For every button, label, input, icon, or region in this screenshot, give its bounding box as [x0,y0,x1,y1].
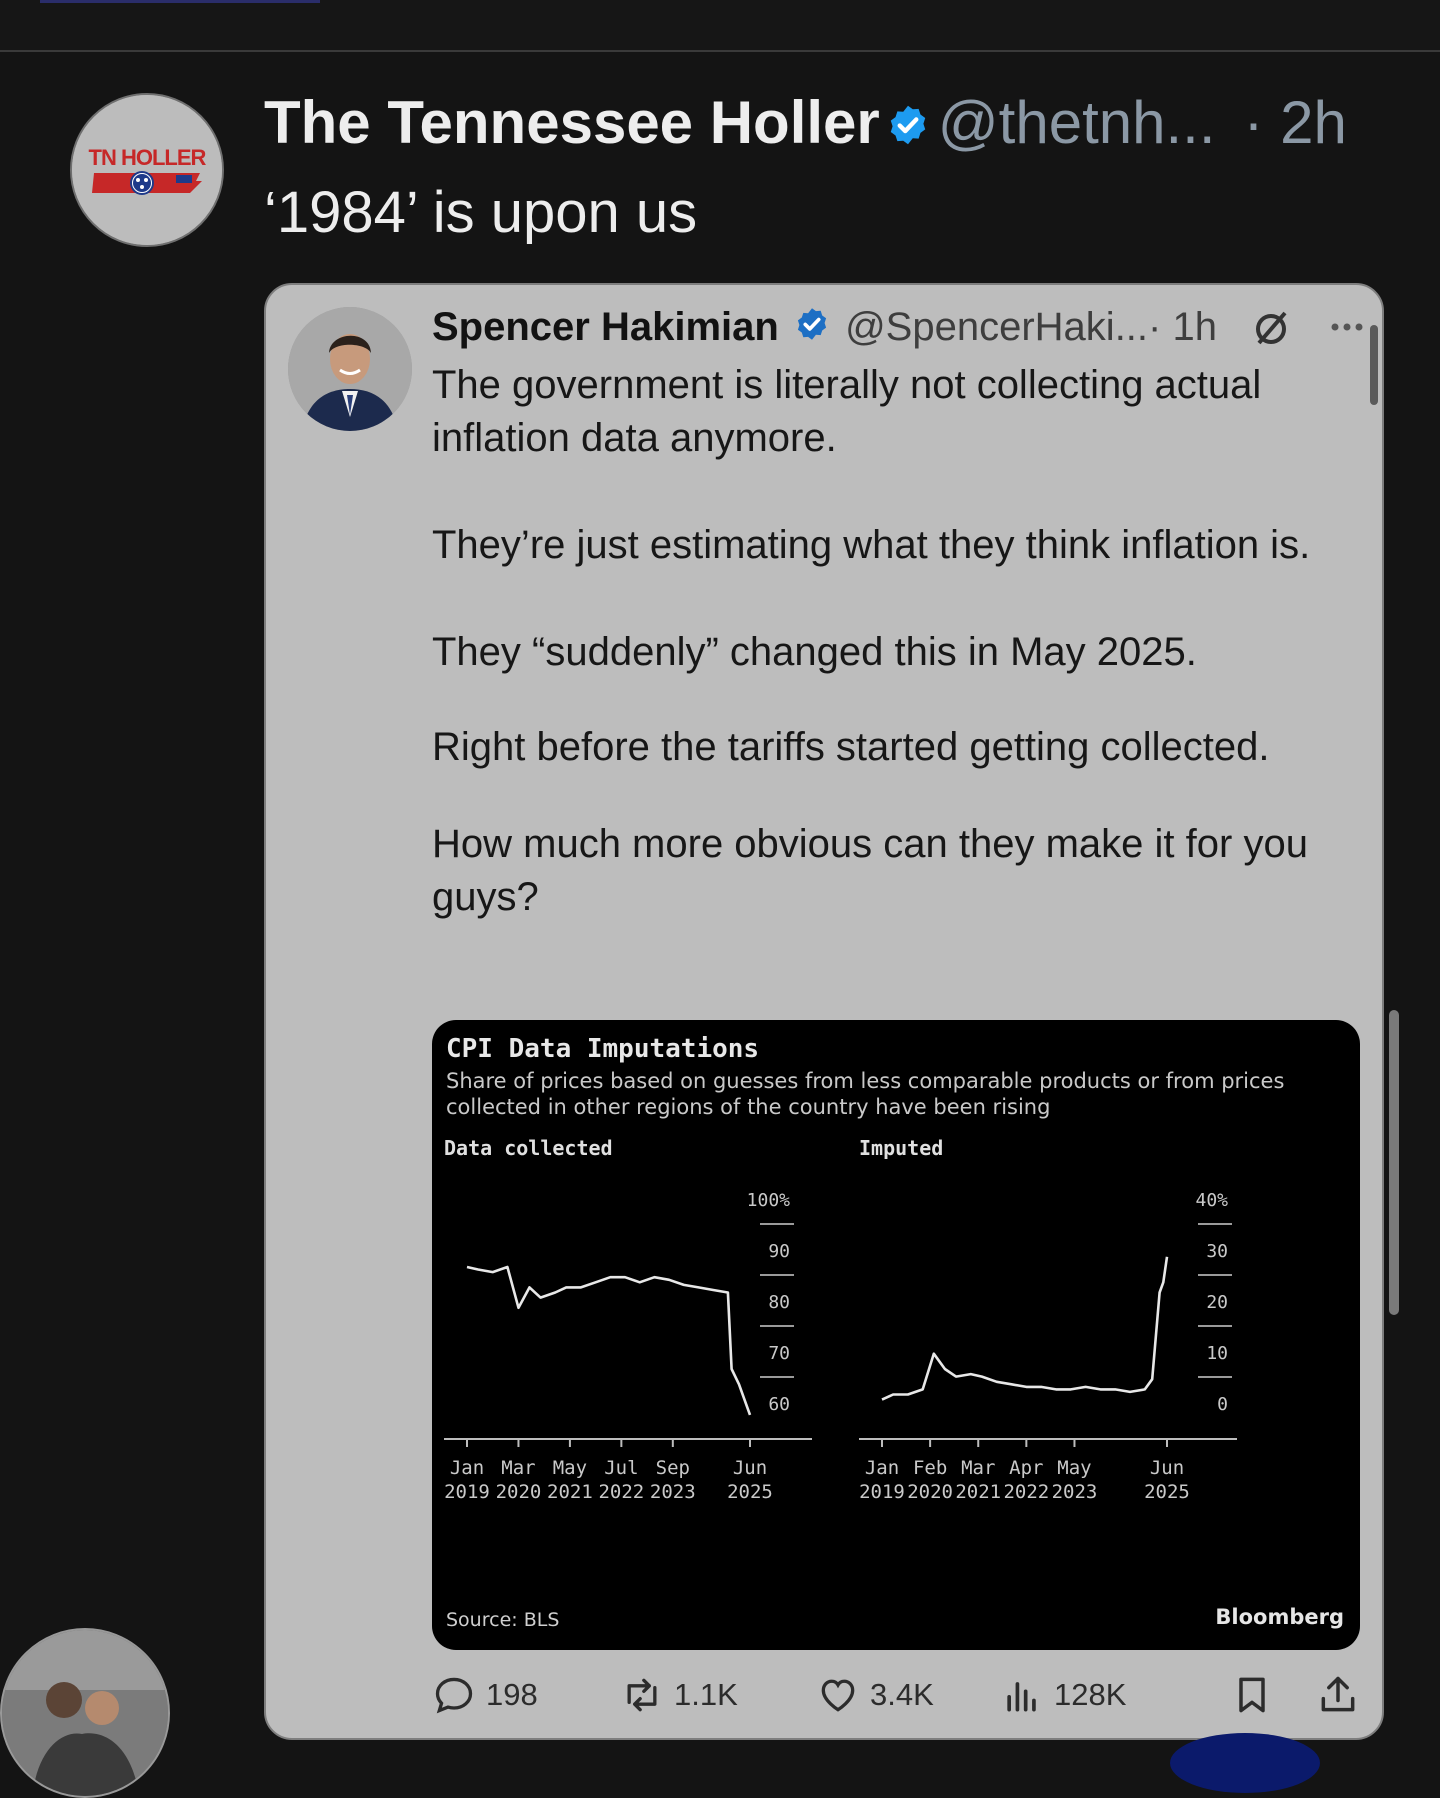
like-button[interactable]: 3.4K [816,1665,934,1725]
author-handle[interactable]: @thetnh... [938,89,1216,156]
quoted-tweet-card[interactable]: Spencer Hakimian @SpencerHaki...· 1h The… [264,283,1384,1740]
x-tick-label: Jul [604,1457,638,1479]
quoted-tweet-header: Spencer Hakimian @SpencerHaki...· 1h [432,299,1217,355]
quoted-author-name[interactable]: Spencer Hakimian [432,305,779,349]
series-line [466,1265,752,1416]
reply-count: 198 [486,1677,538,1712]
top-bar-accent [40,0,320,3]
x-tick-label: 2025 [727,1481,773,1503]
x-tick-label: 2023 [1052,1481,1098,1503]
y-tick-label: 80 [768,1292,790,1313]
top-bar [0,0,1440,52]
tweet-text: ‘1984’ is upon us [264,180,698,245]
chart-brand: Bloomberg [1215,1605,1344,1629]
y-tick-label: 70 [768,1343,790,1364]
views-button[interactable]: 128K [1000,1665,1126,1725]
x-tick-label: 2022 [1003,1481,1049,1503]
x-tick-label: Jan [865,1457,899,1479]
quoted-paragraph: They “suddenly” changed this in May 2025… [432,630,1197,674]
verified-badge-icon [886,92,930,162]
photo-avatar-icon [2,1630,168,1796]
panel-title: Data collected [444,1136,613,1160]
x-tick-label: Jan [450,1457,484,1479]
y-tick-label: 30 [1206,1241,1228,1262]
quoted-paragraph: The government is literally not collecti… [432,363,1262,460]
quoted-paragraph: Right before the tariffs started getting… [432,725,1270,769]
x-tick-label: 2021 [955,1481,1001,1503]
x-tick-label: Mar [961,1457,995,1479]
x-tick-label: 2025 [1144,1481,1190,1503]
like-count: 3.4K [870,1677,934,1712]
x-tick-label: Jun [733,1457,767,1479]
y-tick-label: 40% [1195,1190,1228,1211]
x-tick-label: 2021 [547,1481,593,1503]
chart-plots: Data collected100%90807060Jan2019Mar2020… [444,1136,1237,1503]
y-tick-label: 10 [1206,1343,1228,1364]
x-tick-label: May [553,1457,587,1479]
views-icon [1007,1682,1036,1712]
views-count: 128K [1054,1677,1127,1712]
tn-holler-logo: TN HOLLER [72,95,222,245]
reply-button[interactable]: 198 [432,1665,538,1725]
y-tick-label: 0 [1217,1394,1228,1415]
repost-button[interactable]: 1.1K [620,1665,738,1725]
quoted-tweet-text: The government is literally not collecti… [432,359,1372,978]
y-tick-label: 60 [768,1394,790,1415]
more-options-icon[interactable] [1331,323,1363,331]
x-tick-label: 2020 [496,1481,542,1503]
quoted-header-actions [1251,305,1371,349]
y-tick-label: 20 [1206,1292,1228,1313]
x-tick-label: May [1057,1457,1091,1479]
share-icon [1321,1676,1355,1712]
panel-title: Imputed [859,1136,943,1160]
x-tick-label: Jun [1150,1457,1184,1479]
x-tick-label: 2019 [859,1481,905,1503]
reply-icon [435,1677,473,1714]
quoted-paragraph: How much more obvious can they make it f… [432,822,1308,919]
x-tick-label: 2020 [907,1481,953,1503]
quoted-verified-badge-icon [794,301,830,357]
author-name[interactable]: The Tennessee Holler [264,89,880,156]
action-bar: 198 1.1K 3.4K 128K [432,1665,1372,1725]
x-tick-label: 2019 [444,1481,490,1503]
series-line [881,1256,1169,1401]
x-tick-label: Mar [501,1457,535,1479]
tweet-time[interactable]: · 2h [1244,89,1347,156]
heart-icon [821,1679,855,1712]
chart-image[interactable]: CPI Data Imputations Share of prices bas… [432,1020,1360,1650]
quoted-author-avatar[interactable] [288,307,412,431]
quoted-paragraph: They’re just estimating what they think … [432,523,1311,567]
y-tick-label: 90 [768,1241,790,1262]
x-tick-label: 2023 [650,1481,696,1503]
x-tick-label: Feb [913,1457,947,1479]
compose-button-partial[interactable] [1170,1733,1320,1793]
svg-text:TN HOLLER: TN HOLLER [89,145,207,170]
x-tick-label: 2022 [598,1481,644,1503]
author-avatar[interactable]: TN HOLLER [70,93,224,247]
chart-source: Source: BLS [446,1609,560,1631]
quoted-tweet-time[interactable]: · 1h [1148,305,1217,349]
x-tick-label: Sep [656,1457,690,1479]
bookmark-icon [1239,1677,1265,1713]
repost-icon [627,1678,657,1712]
quoted-author-handle[interactable]: @SpencerHaki... [845,305,1148,349]
person-portrait-icon [288,307,412,431]
y-tick-label: 100% [747,1190,791,1211]
x-tick-label: Apr [1009,1457,1043,1479]
tweet-header: The Tennessee Holler @thetnh... · 2h [264,88,1347,158]
bookmark-button[interactable] [1230,1665,1284,1725]
next-tweet-avatar[interactable] [0,1628,170,1798]
repost-count: 1.1K [674,1677,738,1712]
page-scrollbar[interactable] [1389,1010,1399,1315]
grok-icon[interactable] [1256,311,1287,345]
share-button[interactable] [1316,1665,1370,1725]
